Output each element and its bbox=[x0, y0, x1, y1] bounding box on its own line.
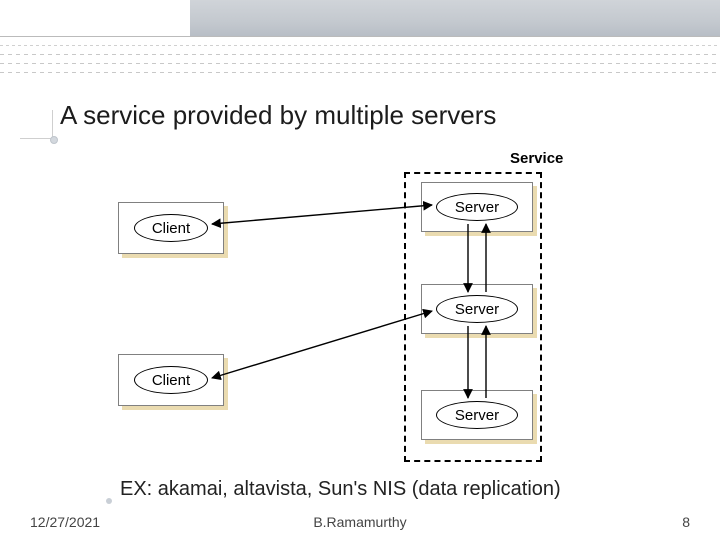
rule-line bbox=[0, 54, 720, 55]
edge-client2-server2 bbox=[212, 311, 432, 378]
corner-dot-icon bbox=[50, 136, 58, 144]
header-band-right bbox=[190, 0, 720, 36]
footer-page: 8 bbox=[682, 514, 690, 530]
footer-author: B.Ramamurthy bbox=[0, 514, 720, 530]
bullet-dot-icon bbox=[106, 498, 112, 504]
diagram-area: Service Client Client Server Server Serv… bbox=[100, 148, 620, 468]
rule-line bbox=[0, 45, 720, 46]
slide-caption: EX: akamai, altavista, Sun's NIS (data r… bbox=[120, 478, 561, 501]
edges-layer bbox=[100, 148, 620, 468]
slide-title: A service provided by multiple servers bbox=[60, 100, 496, 131]
header-band-left bbox=[0, 0, 190, 36]
header-band bbox=[0, 0, 720, 36]
edge-client1-server1 bbox=[212, 205, 432, 224]
rule-line bbox=[0, 63, 720, 64]
rule-line bbox=[0, 36, 720, 37]
rule-line bbox=[0, 72, 720, 73]
